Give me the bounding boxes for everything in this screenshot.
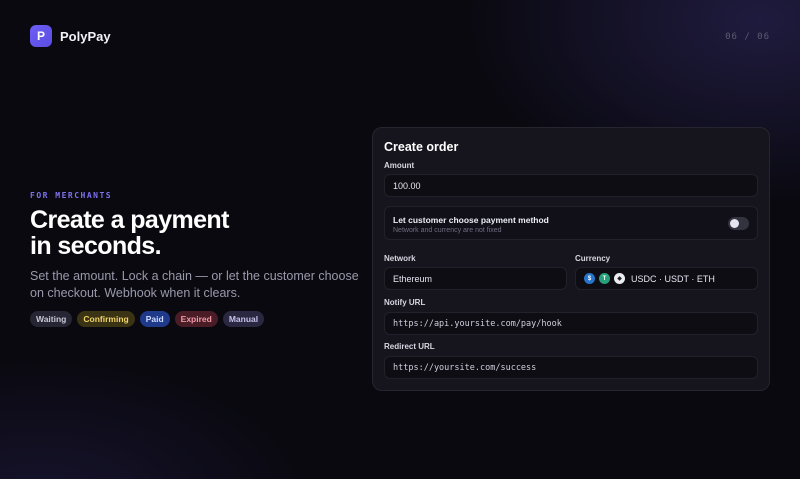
brand[interactable]: P PolyPay (30, 25, 111, 47)
hero-subtitle: Set the amount. Lock a chain — or let th… (30, 269, 359, 300)
slide-counter: 06 / 06 (725, 32, 770, 42)
usdt-icon: T (599, 273, 610, 284)
card-title: Create order (384, 140, 459, 154)
amount-input[interactable]: 100.00 (384, 174, 758, 197)
customer-choice-switch[interactable] (728, 217, 749, 230)
customer-choice-toggle-row[interactable]: Let customer choose payment method Netwo… (384, 206, 758, 240)
eyebrow-label: FOR MERCHANTS (30, 191, 113, 200)
usdc-icon: $ (584, 273, 595, 284)
status-chip-confirming: Confirming (77, 311, 135, 327)
status-chip-waiting: Waiting (30, 311, 73, 327)
headline-line-1: Create a payment (30, 206, 229, 234)
status-chip-paid: Paid (139, 311, 170, 327)
notify-url-label: Notify URL (384, 298, 426, 307)
customer-choice-hint: Network and currency are not fixed (393, 227, 502, 234)
currency-select[interactable]: $ T ◆ USDC · USDT · ETH (575, 267, 758, 290)
status-chip-manual: Manual (222, 311, 265, 327)
redirect-url-input[interactable]: https://yoursite.com/success (384, 356, 758, 379)
polypay-logo-icon: P (30, 25, 52, 47)
status-chip-expired: Expired (174, 311, 218, 327)
create-order-card: Create order Amount 100.00 Let customer … (372, 127, 770, 391)
notify-url-input[interactable]: https://api.yoursite.com/pay/hook (384, 312, 758, 335)
currency-label: Currency (575, 254, 611, 263)
headline-line-2: in seconds. (30, 232, 162, 260)
amount-label: Amount (384, 161, 415, 170)
brand-name: PolyPay (60, 28, 111, 44)
eth-icon: ◆ (614, 273, 625, 284)
network-label: Network (384, 254, 416, 263)
headline: Create a payment in seconds. (30, 207, 330, 259)
currency-value: USDC · USDT · ETH (631, 273, 715, 284)
status-chips: Waiting Confirming Paid Expired Manual (30, 311, 265, 327)
customer-choice-title: Let customer choose payment method (393, 215, 549, 225)
switch-knob (730, 219, 739, 228)
network-select[interactable]: Ethereum (384, 267, 567, 290)
redirect-url-label: Redirect URL (384, 342, 435, 351)
